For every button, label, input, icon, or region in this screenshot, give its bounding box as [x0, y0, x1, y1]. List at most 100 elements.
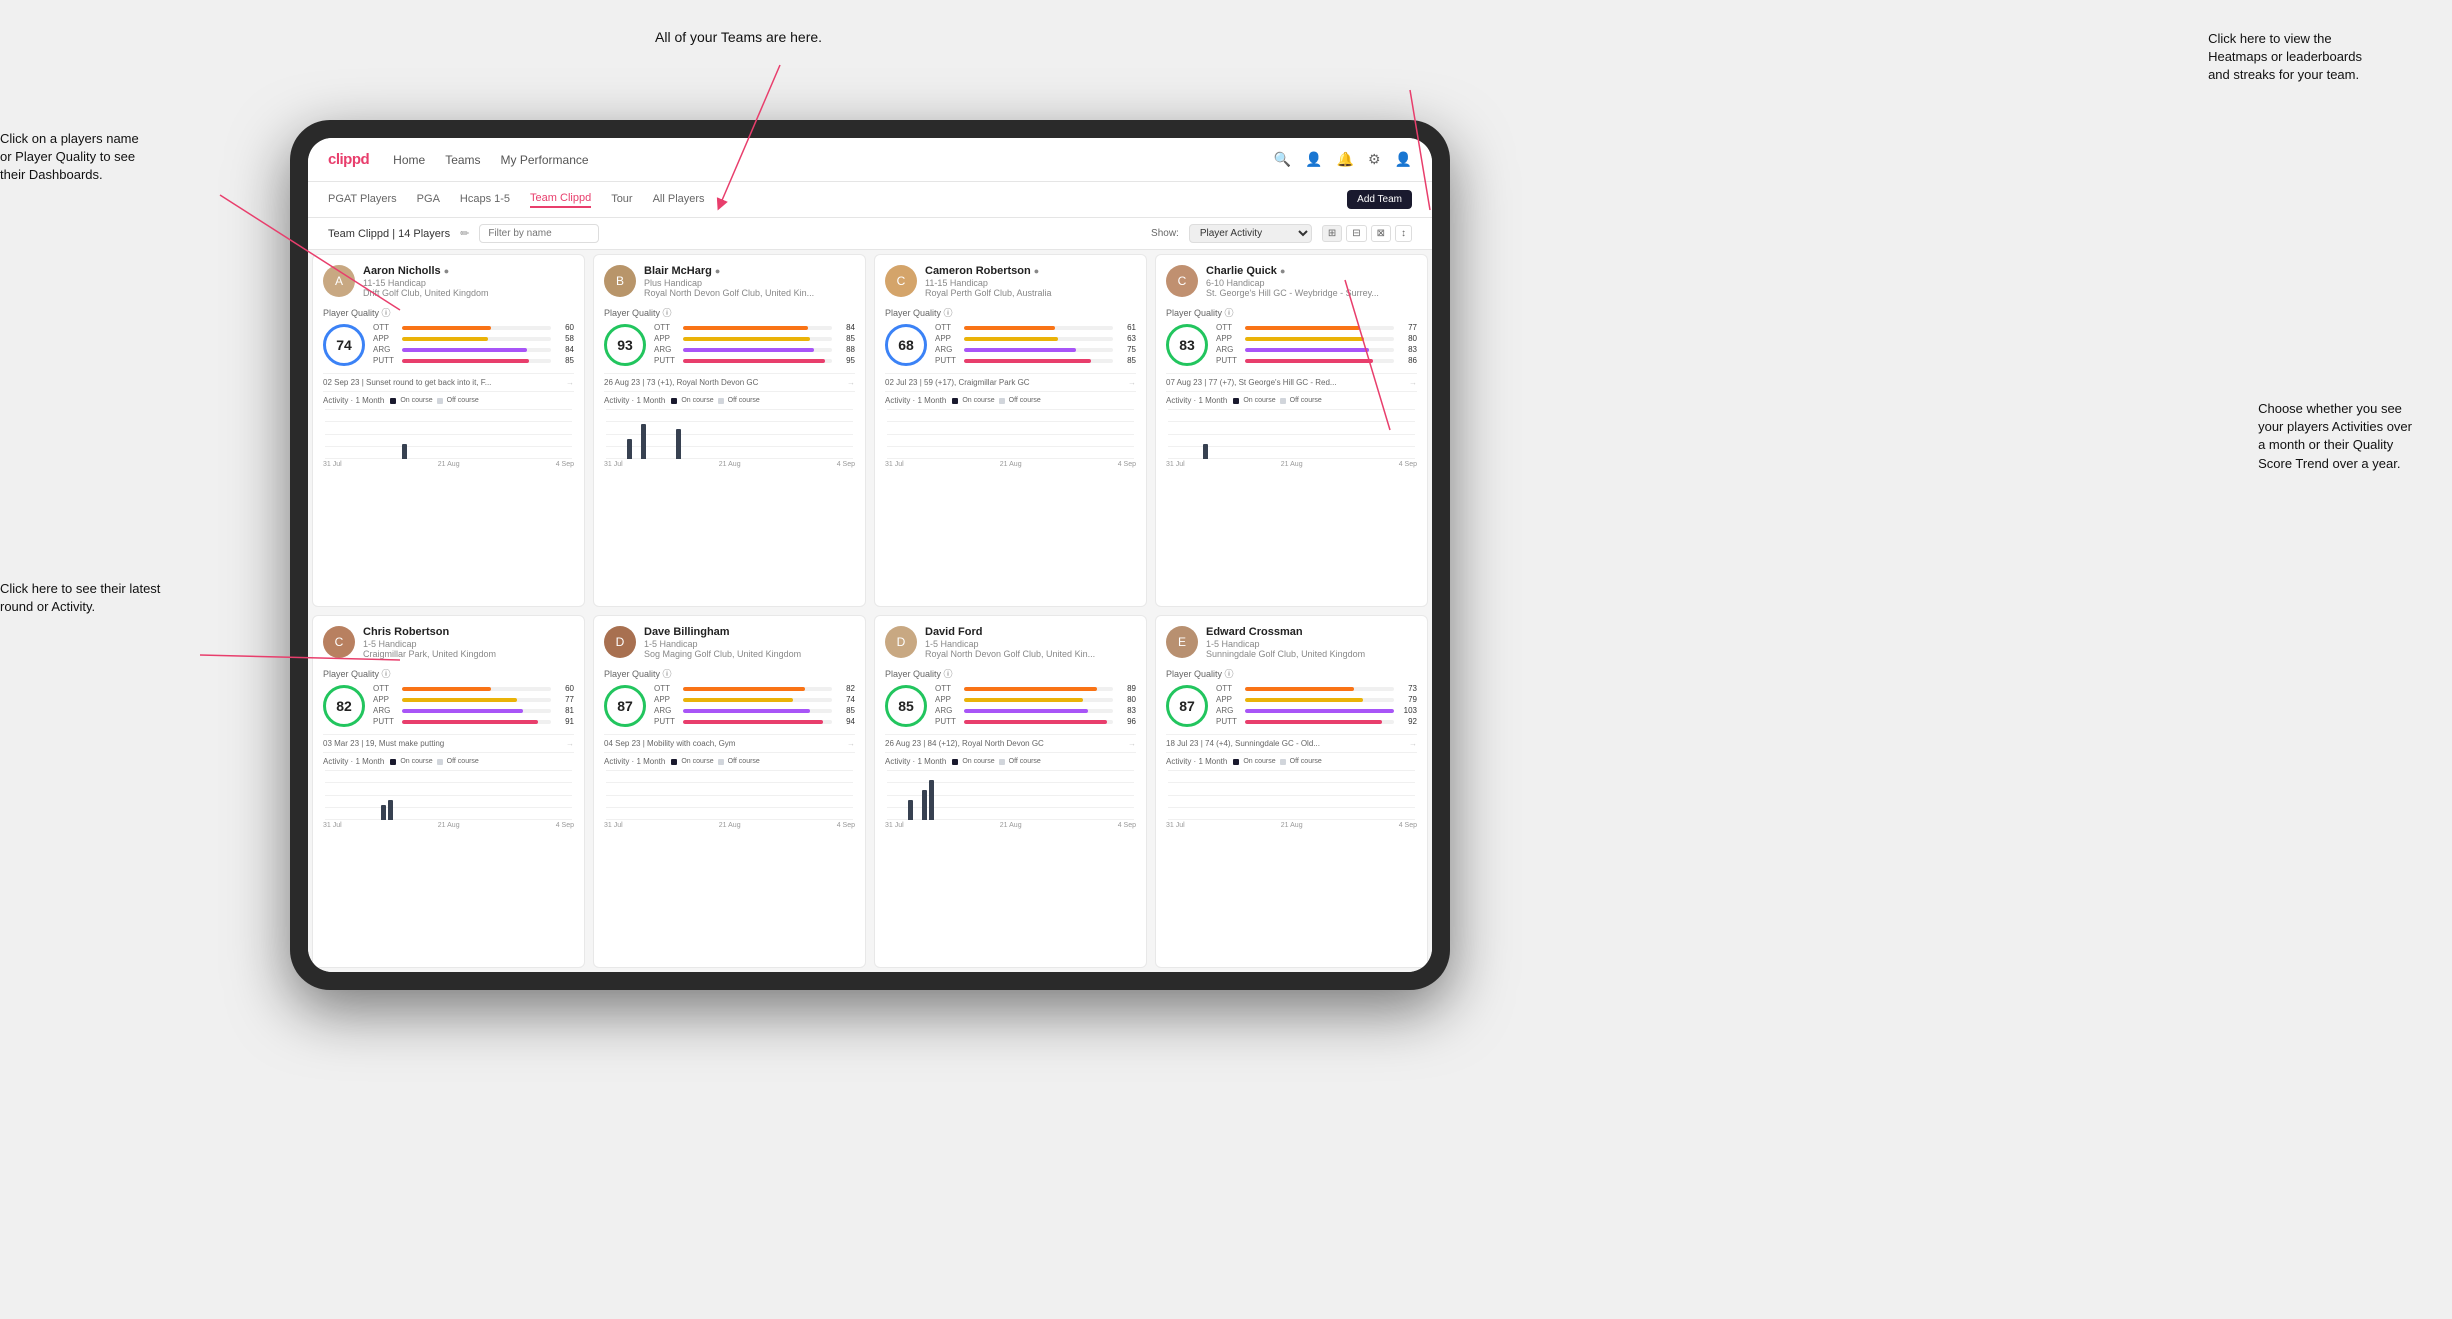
edit-icon[interactable]: ✏ — [460, 227, 469, 240]
activity-section: Activity · 1 Month On course Off course — [1166, 752, 1417, 829]
chart-bar-empty — [943, 818, 948, 820]
on-course-legend — [952, 398, 958, 404]
activity-legend: On course Off course — [390, 758, 478, 765]
recent-round[interactable]: 02 Sep 23 | Sunset round to get back int… — [323, 373, 574, 387]
subnav-tour[interactable]: Tour — [611, 193, 632, 207]
quality-content[interactable]: 83 OTT 77 APP 80 ARG — [1166, 323, 1417, 367]
recent-round[interactable]: 26 Aug 23 | 73 (+1), Royal North Devon G… — [604, 373, 855, 387]
chart-bar-empty — [346, 818, 351, 820]
quality-content[interactable]: 85 OTT 89 APP 80 ARG — [885, 684, 1136, 728]
off-course-label: Off course — [728, 397, 760, 404]
filter-button[interactable]: ⊠ — [1371, 225, 1391, 242]
nav-home[interactable]: Home — [393, 153, 425, 167]
quality-content[interactable]: 68 OTT 61 APP 63 ARG — [885, 323, 1136, 367]
player-name[interactable]: David Ford — [925, 626, 1136, 638]
subnav-all-players[interactable]: All Players — [653, 193, 705, 207]
activity-chart — [1166, 770, 1417, 820]
stat-row-ott: OTT 60 — [373, 323, 574, 332]
user-icon[interactable]: 👤 — [1305, 151, 1322, 168]
stat-name: ARG — [1216, 345, 1242, 354]
date-end: 4 Sep — [837, 461, 855, 468]
chart-bars — [606, 409, 853, 459]
score-circle[interactable]: 83 — [1166, 324, 1208, 366]
recent-round[interactable]: 03 Mar 23 | 19, Must make putting → — [323, 734, 574, 748]
player-card[interactable]: C Chris Robertson 1-5 Handicap Craigmill… — [312, 615, 585, 968]
player-name[interactable]: Dave Billingham — [644, 626, 855, 638]
off-course-legend — [1280, 759, 1286, 765]
player-info: Blair McHarg ● Plus Handicap Royal North… — [644, 265, 855, 298]
quality-content[interactable]: 74 OTT 60 APP 58 ARG — [323, 323, 574, 367]
chart-bar-empty — [1189, 457, 1194, 459]
stat-bar — [964, 337, 1058, 341]
player-card[interactable]: E Edward Crossman 1-5 Handicap Sunningda… — [1155, 615, 1428, 968]
score-circle[interactable]: 87 — [604, 685, 646, 727]
chart-bar — [1203, 444, 1208, 459]
sort-button[interactable]: ↕ — [1395, 225, 1412, 242]
score-circle[interactable]: 82 — [323, 685, 365, 727]
score-circle[interactable]: 93 — [604, 324, 646, 366]
stats-grid: OTT 89 APP 80 ARG 83 PU — [935, 684, 1136, 728]
recent-round[interactable]: 02 Jul 23 | 59 (+17), Craigmillar Park G… — [885, 373, 1136, 387]
subnav-team-clippd[interactable]: Team Clippd — [530, 192, 591, 208]
grid-view-button[interactable]: ⊞ — [1322, 225, 1342, 242]
add-team-button[interactable]: Add Team — [1347, 190, 1412, 209]
stat-bar-container — [402, 720, 551, 724]
list-view-button[interactable]: ⊟ — [1346, 225, 1366, 242]
player-card[interactable]: B Blair McHarg ● Plus Handicap Royal Nor… — [593, 254, 866, 607]
score-circle[interactable]: 74 — [323, 324, 365, 366]
score-circle[interactable]: 68 — [885, 324, 927, 366]
quality-label: Player Quality ⓘ — [1166, 667, 1417, 680]
chart-bar-empty — [971, 818, 976, 820]
show-select[interactable]: Player Activity Quality Score Trend — [1189, 224, 1312, 243]
recent-round[interactable]: 07 Aug 23 | 77 (+7), St George's Hill GC… — [1166, 373, 1417, 387]
player-name[interactable]: Chris Robertson — [363, 626, 574, 638]
search-icon[interactable]: 🔍 — [1274, 151, 1291, 168]
tablet-screen: clippd Home Teams My Performance 🔍 👤 🔔 ⚙… — [308, 138, 1432, 972]
on-course-label: On course — [1243, 758, 1275, 765]
stat-name: APP — [654, 695, 680, 704]
stat-name: ARG — [373, 345, 399, 354]
player-card[interactable]: A Aaron Nicholls ● 11-15 Handicap Drift … — [312, 254, 585, 607]
activity-legend: On course Off course — [1233, 397, 1321, 404]
score-circle[interactable]: 85 — [885, 685, 927, 727]
stat-row-arg: ARG 83 — [935, 706, 1136, 715]
subnav-pgat[interactable]: PGAT Players — [328, 193, 397, 207]
player-card[interactable]: C Cameron Robertson ● 11-15 Handicap Roy… — [874, 254, 1147, 607]
chart-bar — [929, 780, 934, 820]
player-card[interactable]: C Charlie Quick ● 6-10 Handicap St. Geor… — [1155, 254, 1428, 607]
score-circle[interactable]: 87 — [1166, 685, 1208, 727]
quality-content[interactable]: 93 OTT 84 APP 85 ARG — [604, 323, 855, 367]
player-card[interactable]: D David Ford 1-5 Handicap Royal North De… — [874, 615, 1147, 968]
stat-bar — [683, 698, 793, 702]
account-icon[interactable]: 👤 — [1395, 151, 1412, 168]
stat-name: OTT — [373, 684, 399, 693]
stat-bar — [964, 687, 1097, 691]
settings-icon[interactable]: ⚙ — [1368, 151, 1381, 168]
chart-bar-empty — [620, 818, 625, 820]
player-name[interactable]: Charlie Quick ● — [1206, 265, 1417, 277]
player-name[interactable]: Edward Crossman — [1206, 626, 1417, 638]
chart-bar-empty — [1182, 818, 1187, 820]
nav-my-performance[interactable]: My Performance — [501, 153, 589, 167]
team-label: Team Clippd | 14 Players — [328, 228, 450, 240]
quality-content[interactable]: 87 OTT 82 APP 74 ARG — [604, 684, 855, 728]
recent-round[interactable]: 04 Sep 23 | Mobility with coach, Gym → — [604, 734, 855, 748]
off-course-label: Off course — [728, 758, 760, 765]
bell-icon[interactable]: 🔔 — [1337, 151, 1354, 168]
recent-round[interactable]: 26 Aug 23 | 84 (+12), Royal North Devon … — [885, 734, 1136, 748]
chart-bar-empty — [676, 818, 681, 820]
quality-content[interactable]: 87 OTT 73 APP 79 ARG — [1166, 684, 1417, 728]
subnav-pga[interactable]: PGA — [417, 193, 440, 207]
player-name[interactable]: Blair McHarg ● — [644, 265, 855, 277]
quality-content[interactable]: 82 OTT 60 APP 77 ARG — [323, 684, 574, 728]
player-name[interactable]: Cameron Robertson ● — [925, 265, 1136, 277]
search-input[interactable] — [479, 224, 599, 243]
subnav-hcaps[interactable]: Hcaps 1-5 — [460, 193, 510, 207]
player-name[interactable]: Aaron Nicholls ● — [363, 265, 574, 277]
recent-round[interactable]: 18 Jul 23 | 74 (+4), Sunningdale GC - Ol… — [1166, 734, 1417, 748]
date-mid: 21 Aug — [719, 822, 741, 829]
chart-bar-empty — [353, 818, 358, 820]
nav-teams[interactable]: Teams — [445, 153, 480, 167]
player-card[interactable]: D Dave Billingham 1-5 Handicap Sog Magin… — [593, 615, 866, 968]
stat-value: 79 — [1397, 695, 1417, 704]
